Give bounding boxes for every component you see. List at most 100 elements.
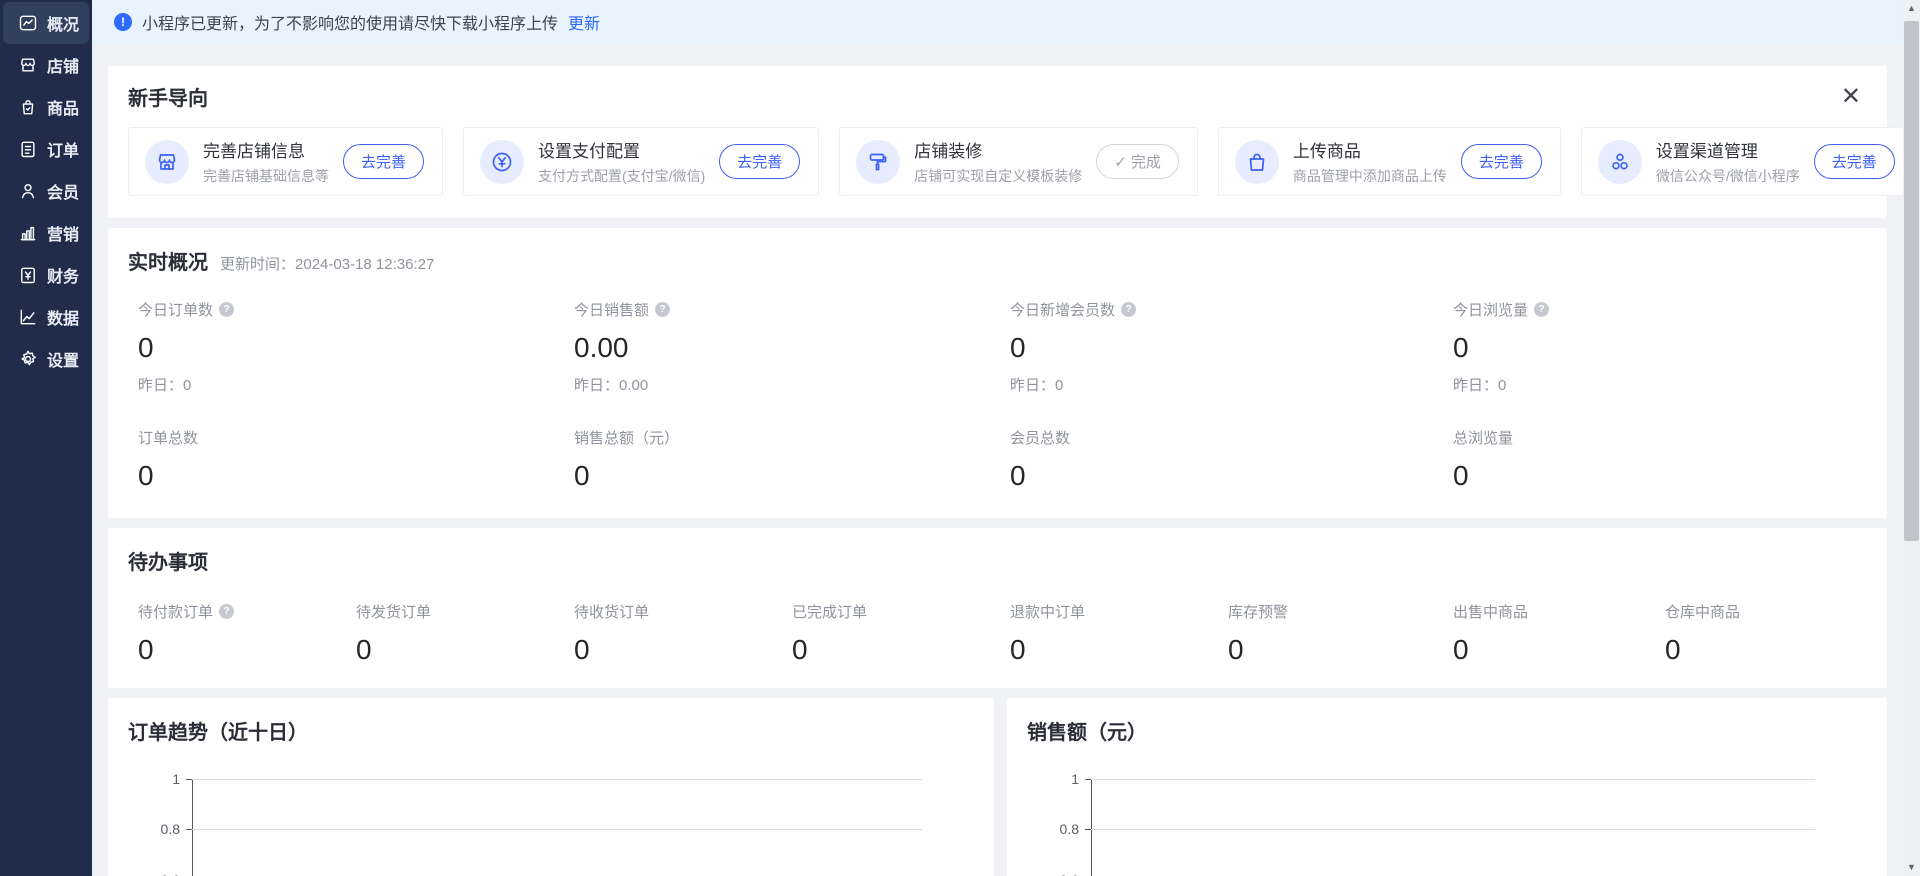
stat-value: 0 bbox=[1010, 332, 1453, 364]
y-axis-tick-label: 1 bbox=[138, 771, 180, 787]
stat-label-text: 销售总额（元） bbox=[574, 427, 679, 448]
guide-card-text: 上传商品商品管理中添加商品上传 bbox=[1293, 137, 1447, 186]
stat-label-text: 今日销售额 bbox=[574, 299, 649, 320]
help-icon[interactable]: ? bbox=[219, 604, 234, 619]
y-axis-tick-label: 0.8 bbox=[138, 821, 180, 837]
sidebar-item-label: 店铺 bbox=[47, 53, 79, 77]
scroll-up-arrow[interactable]: ▲ bbox=[1903, 3, 1920, 13]
chart-order-trend: 订单趋势（近十日）10.80.60.40.20 bbox=[108, 698, 994, 876]
stat-completed-orders: 已完成订单0 bbox=[792, 601, 1010, 666]
main-area: ! 小程序已更新，为了不影响您的使用请尽快下载小程序上传更新 新手导向 ✕ 完善… bbox=[92, 0, 1920, 876]
sidebar-menu: 概况店铺商品订单会员营销财务数据设置 bbox=[0, 0, 92, 380]
stat-total-orders: 订单总数 0 bbox=[138, 427, 574, 492]
guide-card-title: 完善店铺信息 bbox=[203, 137, 329, 162]
todo-grid: 待付款订单?0待发货订单0待收货订单0已完成订单0退款中订单0库存预警0出售中商… bbox=[128, 601, 1867, 666]
stat-label: 今日销售额? bbox=[574, 299, 1010, 320]
stat-value: 0 bbox=[1453, 460, 1867, 492]
stat-warehouse-goods: 仓库中商品 0 bbox=[1665, 601, 1867, 666]
sidebar-item-data[interactable]: 数据 bbox=[3, 296, 89, 338]
marketing-icon bbox=[18, 223, 38, 243]
realtime-header: 实时概况 更新时间：2024-03-18 12:36:27 bbox=[128, 246, 1867, 275]
guide-card-title: 设置支付配置 bbox=[538, 137, 705, 162]
stat-value: 0 bbox=[574, 460, 1010, 492]
sidebar-item-label: 营销 bbox=[47, 221, 79, 245]
stat-label: 今日订单数? bbox=[138, 299, 574, 320]
stat-label: 出售中商品 bbox=[1453, 601, 1665, 622]
stat-value: 0 bbox=[138, 634, 356, 666]
sidebar-item-shop[interactable]: 店铺 bbox=[3, 44, 89, 86]
go-complete-button[interactable]: 去完善 bbox=[719, 144, 800, 179]
go-complete-button[interactable]: 去完善 bbox=[1461, 144, 1542, 179]
sidebar-item-label: 会员 bbox=[47, 179, 79, 203]
scrollbar[interactable]: ▲ ▼ bbox=[1903, 0, 1920, 876]
stat-label-text: 今日新增会员数 bbox=[1010, 299, 1115, 320]
stat-label: 订单总数 bbox=[138, 427, 574, 448]
guide-card-upload-goods: 上传商品商品管理中添加商品上传 去完善 bbox=[1218, 127, 1561, 196]
guide-card-subtitle: 支付方式配置(支付宝/微信) bbox=[538, 166, 705, 186]
stat-label: 会员总数 bbox=[1010, 427, 1453, 448]
sidebar-item-label: 订单 bbox=[47, 137, 79, 161]
guide-card-decoration: 店铺装修店铺可实现自定义模板装修✓完成 bbox=[839, 127, 1198, 196]
stat-value: 0 bbox=[1010, 460, 1453, 492]
stat-value: 0 bbox=[1010, 634, 1228, 666]
sidebar-item-orders[interactable]: 订单 bbox=[3, 128, 89, 170]
help-icon[interactable]: ? bbox=[655, 302, 670, 317]
close-icon[interactable]: ✕ bbox=[1835, 85, 1867, 109]
guide-card-payment: 设置支付配置支付方式配置(支付宝/微信) 去完善 bbox=[463, 127, 819, 196]
sidebar-item-goods[interactable]: 商品 bbox=[3, 86, 89, 128]
channels-icon bbox=[1598, 140, 1642, 184]
chart-sales-amount: 销售额（元）10.80.60.40.20 bbox=[1007, 698, 1887, 876]
guide-card-text: 完善店铺信息完善店铺基础信息等 bbox=[203, 137, 329, 186]
y-axis-tick-label: 0.6 bbox=[138, 872, 180, 876]
sidebar-item-settings[interactable]: 设置 bbox=[3, 338, 89, 380]
stat-yesterday: 昨日：0 bbox=[1010, 374, 1453, 395]
guide-card-text: 设置支付配置支付方式配置(支付宝/微信) bbox=[538, 137, 705, 186]
button-label: 去完善 bbox=[1479, 151, 1524, 172]
y-axis-tick-label: 1 bbox=[1037, 771, 1079, 787]
help-icon[interactable]: ? bbox=[1534, 302, 1549, 317]
stat-total-sales: 销售总额（元） 0 bbox=[574, 427, 1010, 492]
go-complete-button[interactable]: 去完善 bbox=[343, 144, 424, 179]
y-axis-tick-label: 0.8 bbox=[1037, 821, 1079, 837]
stat-refunding-orders: 退款中订单 0 bbox=[1010, 601, 1228, 666]
help-icon[interactable]: ? bbox=[219, 302, 234, 317]
y-axis-tick bbox=[186, 779, 192, 780]
todo-title: 待办事项 bbox=[128, 546, 1867, 575]
notice-update-link[interactable]: 更新 bbox=[568, 10, 600, 34]
stat-label-text: 订单总数 bbox=[138, 427, 198, 448]
scroll-down-arrow[interactable]: ▼ bbox=[1903, 862, 1920, 872]
stat-value: 0 bbox=[1665, 634, 1867, 666]
help-icon[interactable]: ? bbox=[1121, 302, 1136, 317]
storefront-icon bbox=[145, 140, 189, 184]
sidebar-item-label: 商品 bbox=[47, 95, 79, 119]
notice-bar: ! 小程序已更新，为了不影响您的使用请尽快下载小程序上传更新 bbox=[92, 0, 1903, 44]
stat-value: 0 bbox=[574, 634, 792, 666]
go-complete-button[interactable]: 去完善 bbox=[1814, 144, 1895, 179]
stat-on-sale-goods: 出售中商品0 bbox=[1453, 601, 1665, 666]
stat-label-text: 仓库中商品 bbox=[1665, 601, 1740, 622]
guide-card-title: 设置渠道管理 bbox=[1656, 137, 1800, 162]
stat-label-text: 待付款订单 bbox=[138, 601, 213, 622]
charts-row: 订单趋势（近十日）10.80.60.40.20销售额（元）10.80.60.40… bbox=[108, 698, 1887, 876]
stat-total-views: 总浏览量0 bbox=[1453, 427, 1867, 492]
sidebar-item-members[interactable]: 会员 bbox=[3, 170, 89, 212]
chart-plot-sales-amount: 10.80.60.40.20 bbox=[1091, 779, 1815, 876]
stat-value: 0 bbox=[1453, 332, 1867, 364]
y-axis-tick-label: 0.6 bbox=[1037, 872, 1079, 876]
scrollbar-thumb[interactable] bbox=[1904, 21, 1919, 541]
stat-label-text: 今日订单数 bbox=[138, 299, 213, 320]
stat-value: 0 bbox=[138, 460, 574, 492]
overview-icon bbox=[18, 13, 38, 33]
guide-card-title: 上传商品 bbox=[1293, 137, 1447, 162]
sidebar-item-label: 数据 bbox=[47, 305, 79, 329]
paint-roller-icon bbox=[856, 140, 900, 184]
sidebar-item-marketing[interactable]: 营销 bbox=[3, 212, 89, 254]
sidebar-item-overview[interactable]: 概况 bbox=[3, 2, 89, 44]
check-icon: ✓ bbox=[1114, 153, 1127, 171]
guide-card-subtitle: 微信公众号/微信小程序 bbox=[1656, 166, 1800, 186]
stat-value: 0 bbox=[356, 634, 574, 666]
stat-label: 销售总额（元） bbox=[574, 427, 1010, 448]
sidebar-item-finance[interactable]: 财务 bbox=[3, 254, 89, 296]
completed-button[interactable]: ✓完成 bbox=[1096, 144, 1179, 179]
stat-label-text: 退款中订单 bbox=[1010, 601, 1085, 622]
